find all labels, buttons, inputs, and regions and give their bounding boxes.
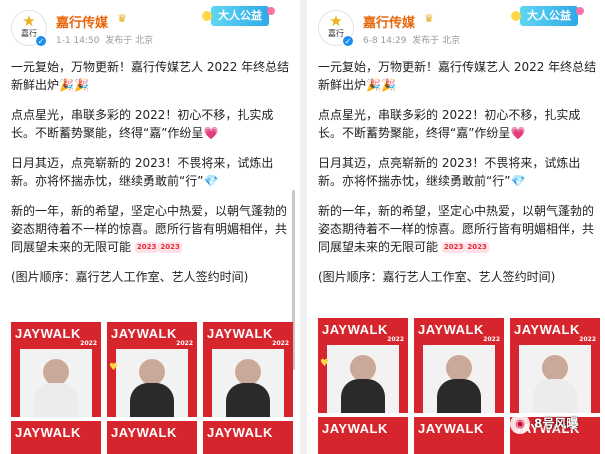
crown-icon: ♛ [117,12,127,25]
artist-photo [20,349,92,417]
grid-image[interactable]: JAYWALK 2022 ♥ [318,318,408,413]
watermark: ◉ 8号风曝 [510,414,578,436]
party-emoji-icon: 🎉 [59,78,74,92]
tile-year: 2022 [80,340,97,347]
post-body: 一元复始，万物更新！嘉行传媒艺人 2022 年终总结新鲜出炉🎉🎉 点点星光，串联… [11,58,293,298]
left-post-panel: ★ 嘉行 ✓ 嘉行传媒 ♛ 1-1 14:50 发布于 北京 大人公益 一元复始… [0,0,298,454]
crown-icon: ♛ [424,12,434,25]
paragraph: (图片顺序：嘉行艺人工作室、艺人签约时间) [318,268,600,286]
grid-image[interactable]: JAYWALK 2022 [414,318,504,413]
tile-logo: JAYWALK [418,421,484,436]
artist-photo [327,345,399,413]
charity-badge[interactable]: 大人公益 [202,5,275,27]
artist-photo [212,349,284,417]
charity-badge[interactable]: 大人公益 [511,5,584,27]
star-logo-icon: ★ [22,12,36,30]
post-date: 6-8 14:29 [363,36,407,46]
artist-photo [116,349,188,417]
artist-photo [423,345,495,413]
post-header: ★ 嘉行 ✓ 嘉行传媒 ♛ 1-1 14:50 发布于 北京 大人公益 [0,0,298,52]
heart-decoration-icon: ♥ [109,362,118,373]
right-post-panel: ★ 嘉行 ✓ 嘉行传媒 ♛ 6-8 14:29 发布于 北京 大人公益 一元复始… [307,0,605,454]
heart-emoji-icon: 💗 [203,126,219,140]
party-emoji-icon: 🎉 [73,78,89,92]
grid-image[interactable]: JAYWALK 2022 ♥ [107,322,197,417]
paragraph-text: 日月其迈，点亮崭新的 2023！不畏将来，试炼出新。亦将怀揣赤忱，继续勇敢前“行… [11,156,274,188]
heart-decoration-icon: ♥ [320,358,329,369]
wechat-logo-icon: ◉ [510,414,530,434]
tile-year: 2022 [272,340,289,347]
tile-year: 2022 [387,336,404,343]
paragraph: (图片顺序：嘉行艺人工作室、艺人签约时间) [11,268,293,286]
paragraph: 点点星光，串联多彩的 2022！初心不移，扎实成长。不断蓄势聚能，终得“嘉”作纷… [318,106,600,142]
tile-logo: JAYWALK [111,326,177,341]
tile-logo: JAYWALK [418,322,484,337]
paragraph-text: (图片顺序：嘉行艺人工作室、艺人签约时间) [11,270,249,284]
account-name[interactable]: 嘉行传媒 [363,12,415,31]
paragraph-text: 一元复始，万物更新！嘉行传媒艺人 2022 年终总结新鲜出炉 [11,60,290,92]
grid-image[interactable]: JAYWALK [107,421,197,454]
paragraph-text: 一元复始，万物更新！嘉行传媒艺人 2022 年终总结新鲜出炉 [318,60,597,92]
post-body: 一元复始，万物更新！嘉行传媒艺人 2022 年终总结新鲜出炉🎉🎉 点点星光，串联… [318,58,600,298]
tag-2023-icon: 2023 [465,242,489,253]
tile-logo: JAYWALK [322,421,388,436]
paragraph: 一元复始，万物更新！嘉行传媒艺人 2022 年终总结新鲜出炉🎉🎉 [11,58,293,94]
tile-logo: JAYWALK [15,326,81,341]
paragraph: 日月其迈，点亮崭新的 2023！不畏将来，试炼出新。亦将怀揣赤忱，继续勇敢前“行… [11,154,293,190]
panel-divider [300,0,307,454]
post-source: 发布于 北京 [412,36,461,46]
tile-year: 2022 [579,336,596,343]
verified-icon: ✓ [342,35,354,47]
tag-2023-icon: 2023 [158,242,182,253]
party-emoji-icon: 🎉 [380,78,396,92]
post-date: 1-1 14:50 [56,36,100,46]
star-logo-icon: ★ [329,12,343,30]
paragraph-text: 点点星光，串联多彩的 2022！初心不移，扎实成长。不断蓄势聚能，终得“嘉”作纷… [318,108,581,140]
tile-year: 2022 [176,340,193,347]
tag-2023-icon: 2023 [441,242,466,253]
paragraph: 点点星光，串联多彩的 2022！初心不移，扎实成长。不断蓄势聚能，终得“嘉”作纷… [11,106,293,142]
paragraph-text: 日月其迈，点亮崭新的 2023！不畏将来，试炼出新。亦将怀揣赤忱，继续勇敢前“行… [318,156,581,188]
heart-emoji-icon: 💗 [510,126,526,140]
tile-logo: JAYWALK [514,322,580,337]
artist-photo [519,345,591,413]
paragraph: 新的一年，新的希望，坚定心中热爱，以朝气蓬勃的姿态期待着不一样的惊喜。愿所行皆有… [11,202,293,256]
tile-logo: JAYWALK [15,425,81,440]
watermark-text: 8号风曝 [534,416,579,431]
tag-2023-icon: 2023 [134,242,159,253]
party-emoji-icon: 🎉 [366,78,381,92]
tile-logo: JAYWALK [322,322,388,337]
grid-image[interactable]: JAYWALK 2022 [11,322,101,417]
post-header: ★ 嘉行 ✓ 嘉行传媒 ♛ 6-8 14:29 发布于 北京 大人公益 [307,0,605,52]
grid-image[interactable]: JAYWALK [318,417,408,454]
grid-image[interactable]: JAYWALK 2022 [203,322,293,417]
grid-image[interactable]: JAYWALK 2022 [510,318,600,413]
gem-emoji-icon: 💎 [510,174,526,188]
post-source: 发布于 北京 [105,36,154,46]
paragraph: 新的一年，新的希望，坚定心中热爱，以朝气蓬勃的姿态期待着不一样的惊喜。愿所行皆有… [318,202,600,256]
tile-logo: JAYWALK [207,326,273,341]
paragraph-text: 点点星光，串联多彩的 2022！初心不移，扎实成长。不断蓄势聚能，终得“嘉”作纷… [11,108,274,140]
tile-logo: JAYWALK [207,425,273,440]
grid-image[interactable]: JAYWALK [414,417,504,454]
grid-image[interactable]: JAYWALK [203,421,293,454]
paragraph: 一元复始，万物更新！嘉行传媒艺人 2022 年终总结新鲜出炉🎉🎉 [318,58,600,94]
paragraph-text: (图片顺序：嘉行艺人工作室、艺人签约时间) [318,270,556,284]
account-name[interactable]: 嘉行传媒 [56,12,108,31]
gem-emoji-icon: 💎 [203,174,219,188]
paragraph: 日月其迈，点亮崭新的 2023！不畏将来，试炼出新。亦将怀揣赤忱，继续勇敢前“行… [318,154,600,190]
tile-year: 2022 [483,336,500,343]
verified-icon: ✓ [35,35,47,47]
tile-logo: JAYWALK [111,425,177,440]
post-meta: 6-8 14:29 发布于 北京 [363,33,460,46]
grid-image[interactable]: JAYWALK [11,421,101,454]
post-meta: 1-1 14:50 发布于 北京 [56,33,153,46]
